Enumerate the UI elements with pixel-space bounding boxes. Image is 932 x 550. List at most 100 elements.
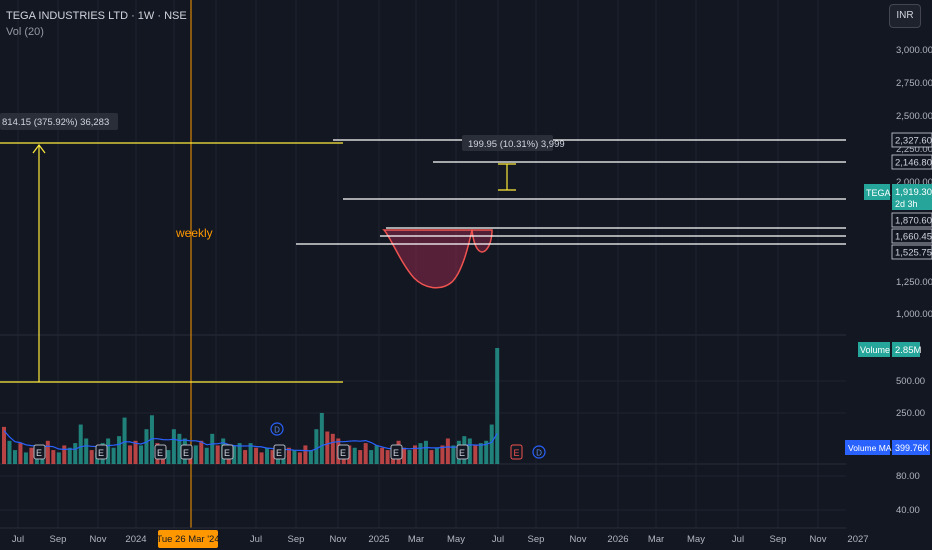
left-measure-text: 814.15 (375.92%) 36,283 xyxy=(2,117,109,128)
volume-ma-value-text: 399.76K xyxy=(895,443,929,453)
tega-price-text: 1,919.30 xyxy=(895,187,932,198)
earnings-marker-label: E xyxy=(393,448,399,458)
earnings-marker-label: E xyxy=(157,448,163,458)
volume-bar xyxy=(402,447,407,464)
volume-bar xyxy=(89,450,94,464)
price-level-tag-text: 1,870.60 xyxy=(895,216,932,227)
handle-pattern xyxy=(471,229,493,253)
volume-bars xyxy=(2,348,500,464)
volume-bar xyxy=(423,440,428,464)
volume-bar xyxy=(7,440,12,464)
volume-bar xyxy=(429,450,434,464)
time-axis: Jul Sep Nov 2024 Jul Sep Nov 2025 Mar May Jul Sep No… xyxy=(0,527,932,550)
volume-bar xyxy=(407,450,412,464)
time-axis-tick: 2025 xyxy=(368,534,389,545)
volume-bar xyxy=(440,445,445,464)
volume-bar xyxy=(73,443,78,464)
volume-bar xyxy=(418,443,423,464)
price-axis-tick: 1,000.00 xyxy=(896,309,932,320)
volume-bar xyxy=(358,450,363,464)
volume-bar xyxy=(259,452,264,464)
volume-bar xyxy=(308,450,313,464)
time-axis-tick: Nov xyxy=(330,534,347,545)
tega-symbol-text: TEGA xyxy=(866,188,891,198)
volume-bar xyxy=(380,447,385,464)
chart-legend: TEGA INDUSTRIES LTD · 1W · NSE Vol (20) xyxy=(6,8,187,40)
time-axis-tick: Jul xyxy=(12,534,24,545)
earnings-marker-label: E xyxy=(224,448,230,458)
price-chart[interactable]: 814.15 (375.92%) 36,283 199.95 (10.31%) 3… xyxy=(0,0,932,550)
price-axis-tick: 500.00 xyxy=(896,376,925,387)
volume-bar xyxy=(171,429,176,464)
volume-bar xyxy=(243,450,248,464)
volume-bar xyxy=(193,445,198,464)
dividend-marker-label: D xyxy=(274,426,280,435)
volume-bar xyxy=(385,450,390,464)
price-level-tag-text: 2,327.60 xyxy=(895,136,932,147)
volume-bar xyxy=(473,445,478,464)
volume-bar xyxy=(495,348,500,464)
time-axis-tick: Nov xyxy=(90,534,107,545)
volume-bar xyxy=(489,424,494,464)
cursor-date-text: Tue 26 Mar '24 xyxy=(156,534,219,545)
volume-indicator-label: Vol (20) xyxy=(6,26,44,38)
volume-bar xyxy=(303,445,308,464)
symbol-title: TEGA INDUSTRIES LTD · 1W · NSE xyxy=(6,10,187,22)
volume-bar xyxy=(265,447,270,464)
volume-bar xyxy=(166,450,171,464)
price-level-tag-text: 2,146.80 xyxy=(895,158,932,169)
price-axis-tick: 2,750.00 xyxy=(896,78,932,89)
time-axis-tick: Jul xyxy=(492,534,504,545)
volume-bar xyxy=(111,447,116,464)
price-axis-tick: 3,000.00 xyxy=(896,45,932,56)
dividend-marker-label: D xyxy=(536,449,542,458)
time-axis-tick: 2027 xyxy=(847,534,868,545)
volume-bar xyxy=(84,438,89,464)
price-level-tag-text: 1,660.45 xyxy=(895,232,932,243)
volume-bar xyxy=(62,445,67,464)
earnings-marker-label: E xyxy=(98,448,104,458)
volume-bar xyxy=(369,450,374,464)
volume-value-text: 2.85M xyxy=(895,345,921,356)
earnings-marker-label: E xyxy=(276,448,282,458)
volume-bar xyxy=(133,440,138,464)
volume-bar xyxy=(325,431,330,464)
volume-bar xyxy=(314,429,319,464)
currency-button[interactable]: INR xyxy=(889,4,921,28)
earnings-marker-label: E xyxy=(36,448,42,458)
upcoming-earnings-label: E xyxy=(513,448,519,458)
earnings-marker-label: E xyxy=(459,448,465,458)
time-axis-tick: Sep xyxy=(50,534,67,545)
volume-label-text: Volume xyxy=(860,345,890,355)
volume-bar xyxy=(330,433,335,464)
cup-pattern-fill xyxy=(382,229,473,289)
volume-bar xyxy=(451,445,456,464)
volume-bar xyxy=(352,447,357,464)
volume-bar xyxy=(254,447,259,464)
price-axis-tick: 40.00 xyxy=(896,505,920,516)
volume-bar xyxy=(434,447,439,464)
volume-bar xyxy=(67,447,72,464)
volume-bar xyxy=(51,450,56,464)
volume-bar xyxy=(18,443,23,464)
volume-bar xyxy=(204,447,209,464)
tega-countdown-text: 2d 3h xyxy=(895,199,918,209)
earnings-marker-label: E xyxy=(183,448,189,458)
volume-bar xyxy=(78,424,83,464)
volume-bar xyxy=(12,450,17,464)
time-axis-tick: 2026 xyxy=(607,534,628,545)
volume-bar xyxy=(29,447,34,464)
volume-bar xyxy=(363,443,368,464)
volume-ma-label-text: Volume MA xyxy=(848,443,892,453)
time-axis-tick: Jul xyxy=(732,534,744,545)
time-axis-tick: May xyxy=(447,534,465,545)
time-axis-tick: Jul xyxy=(250,534,262,545)
time-axis-tick: Nov xyxy=(570,534,587,545)
volume-bar xyxy=(319,412,324,464)
earnings-marker-label: E xyxy=(340,448,346,458)
price-axis-tick: 2,500.00 xyxy=(896,111,932,122)
volume-bar xyxy=(210,433,215,464)
volume-bar xyxy=(56,452,61,464)
volume-bar xyxy=(478,443,483,464)
weekly-label: weekly xyxy=(175,226,213,240)
